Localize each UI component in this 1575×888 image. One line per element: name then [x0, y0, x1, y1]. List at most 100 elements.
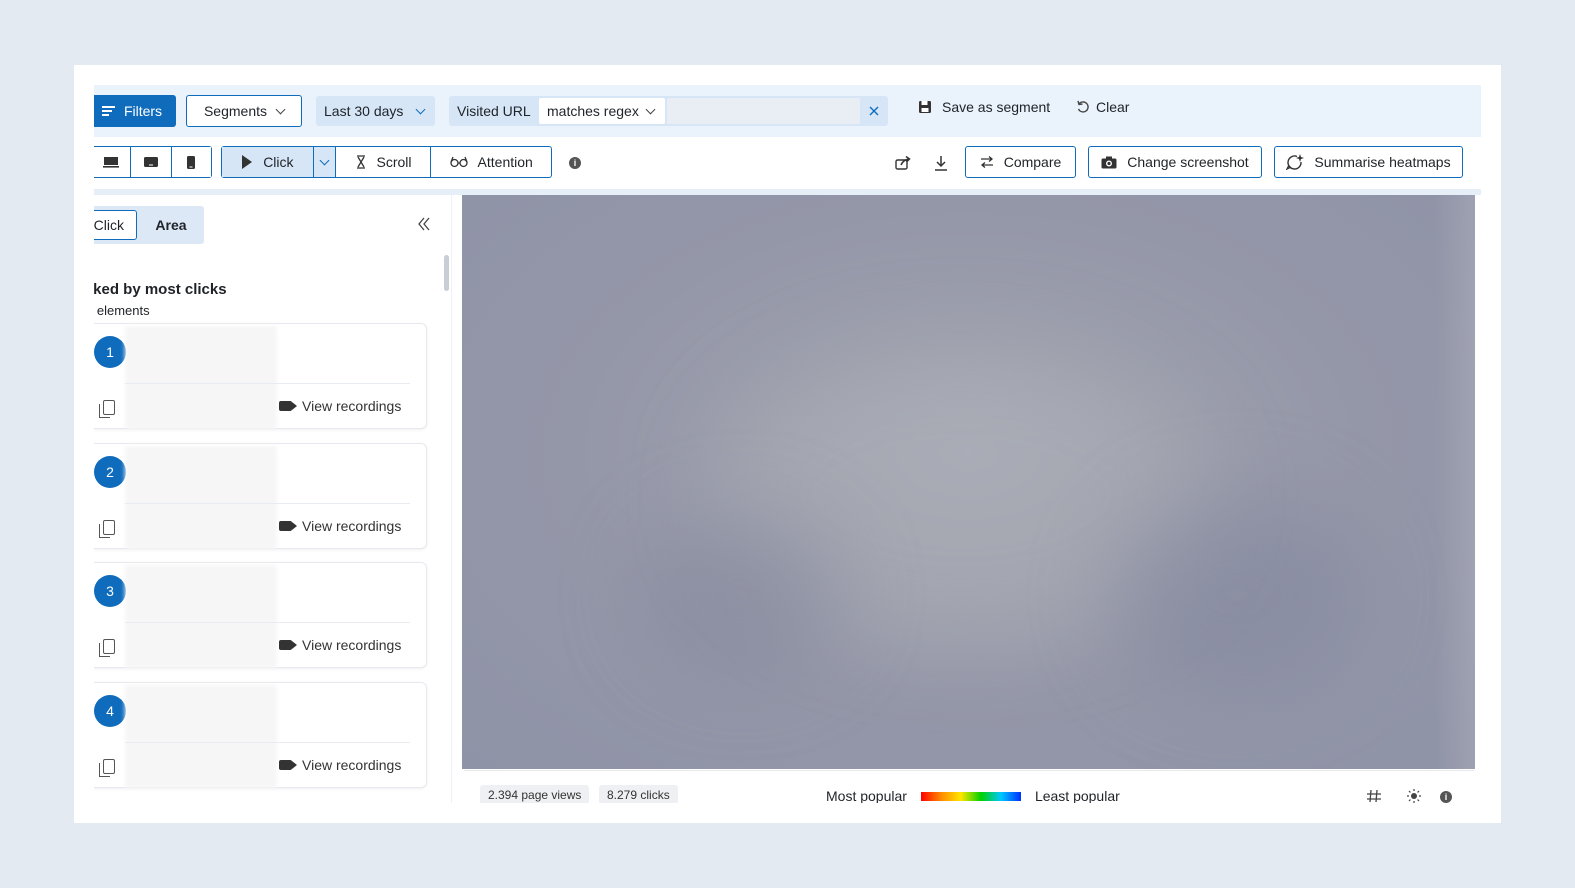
date-range-dropdown[interactable]: Last 30 days [316, 96, 435, 126]
clicks-stat: 8.279 clicks [599, 785, 678, 803]
heatmap-footer: 2.394 page views 8.279 clicks Most popul… [464, 770, 1474, 803]
view-recordings-button[interactable]: View recordings [279, 398, 401, 414]
collapse-panel-button[interactable] [418, 215, 430, 236]
view-recordings-button[interactable]: View recordings [279, 637, 401, 653]
copy-icon[interactable] [99, 639, 115, 657]
list-item[interactable]: 2 View recordings [94, 443, 427, 549]
filters-button[interactable]: Filters [94, 95, 176, 127]
element-thumbnail [125, 565, 277, 668]
clear-url-filter-button[interactable] [862, 98, 886, 124]
card-divider [125, 742, 410, 743]
undo-icon [1077, 100, 1089, 113]
info-icon[interactable]: i [569, 157, 581, 169]
summarise-heatmaps-button[interactable]: Summarise heatmaps [1274, 146, 1463, 178]
attention-mode-button[interactable]: Attention [431, 147, 551, 177]
scroll-icon [356, 155, 365, 169]
click-mode-button[interactable]: Click [222, 147, 314, 177]
click-list-tab[interactable]: Click [94, 210, 137, 240]
list-item[interactable]: 4 View recordings [94, 682, 427, 788]
video-camera-icon [279, 760, 297, 770]
download-button[interactable] [932, 154, 950, 172]
click-mode-dropdown[interactable] [313, 147, 336, 177]
info-icon[interactable]: i [1440, 791, 1452, 803]
heat-edge [1435, 195, 1475, 769]
scroll-mode-button[interactable]: Scroll [336, 147, 432, 177]
chevron-down-icon [645, 104, 656, 114]
mobile-device-button[interactable] [171, 147, 211, 177]
video-camera-icon [279, 401, 297, 411]
segments-dropdown[interactable]: Segments [186, 95, 302, 127]
url-operator-value: matches regex [547, 103, 639, 119]
list-type-toggle: Click Area [94, 206, 204, 244]
view-recordings-label: View recordings [302, 637, 402, 653]
url-operator-select[interactable]: matches regex [539, 98, 665, 124]
compare-button[interactable]: Compare [965, 146, 1076, 178]
view-recordings-label: View recordings [302, 398, 402, 414]
list-item[interactable]: 3 View recordings [94, 562, 427, 668]
panel-scrollbar[interactable] [444, 255, 449, 291]
chevron-down-icon [319, 155, 330, 165]
segments-label: Segments [203, 103, 268, 119]
click-mode-label: Click [263, 154, 294, 170]
area-list-tab[interactable]: Area [142, 210, 200, 240]
filter-bar: Filters Segments Last 30 days Visited UR… [94, 85, 1481, 137]
heatmap-canvas[interactable] [462, 195, 1475, 769]
heatmap-app: Filters Segments Last 30 days Visited UR… [94, 85, 1481, 803]
clear-button[interactable]: Clear [1076, 99, 1129, 115]
view-recordings-button[interactable]: View recordings [279, 757, 401, 773]
click-tab-label: Click [94, 217, 124, 233]
element-count: 5 elements [94, 303, 150, 318]
swap-icon [980, 156, 993, 168]
rank-badge: 3 [94, 575, 126, 607]
view-recordings-label: View recordings [302, 518, 402, 534]
element-thumbnail [125, 326, 277, 429]
share-button[interactable] [894, 154, 912, 172]
heatmap-toolbar: Click Scroll Attention i Compare Change … [94, 137, 1481, 195]
change-screenshot-label: Change screenshot [1127, 154, 1249, 170]
heat-gradient [920, 791, 1021, 801]
camera-icon [1101, 156, 1117, 168]
element-thumbnail [125, 446, 277, 549]
filter-icon [101, 105, 116, 117]
clear-label: Clear [1096, 99, 1130, 115]
legend-least-label: Least popular [1034, 788, 1120, 803]
card-divider [125, 383, 410, 384]
chevron-down-icon [275, 104, 286, 114]
rank-badge: 4 [94, 695, 126, 727]
copy-icon[interactable] [99, 520, 115, 538]
sun-icon [1407, 789, 1421, 803]
save-as-segment-label: Save as segment [942, 99, 1051, 115]
copy-icon[interactable] [99, 759, 115, 777]
view-recordings-button[interactable]: View recordings [279, 518, 401, 534]
copy-icon[interactable] [99, 400, 115, 418]
desktop-device-button[interactable] [94, 147, 132, 177]
heat-region [642, 515, 842, 675]
url-regex-input[interactable] [667, 98, 860, 124]
scroll-mode-label: Scroll [376, 154, 412, 170]
video-camera-icon [279, 640, 297, 650]
save-as-segment-button[interactable]: Save as segment [918, 99, 1050, 115]
tablet-icon [143, 157, 158, 167]
grid-toggle-button[interactable] [1366, 789, 1382, 803]
list-item[interactable]: 1 View recordings [94, 323, 427, 429]
attention-mode-label: Attention [477, 154, 533, 170]
save-icon [919, 101, 931, 113]
element-list-panel: Click Area nked by most clicks 5 element… [94, 195, 452, 803]
change-screenshot-button[interactable]: Change screenshot [1088, 146, 1262, 178]
summarise-heatmaps-label: Summarise heatmaps [1314, 154, 1451, 170]
cursor-icon [242, 155, 253, 169]
glasses-icon [449, 156, 468, 168]
brightness-button[interactable] [1407, 789, 1421, 803]
hash-icon [1367, 789, 1381, 803]
download-icon [935, 156, 947, 171]
heat-legend: Most popular Least popular [826, 788, 1120, 803]
filters-label: Filters [123, 103, 163, 119]
share-icon [895, 156, 911, 170]
close-icon [869, 106, 879, 116]
element-thumbnail [125, 685, 277, 788]
heat-region [1112, 495, 1362, 695]
chevron-down-icon [415, 104, 426, 114]
page-views-stat: 2.394 page views [480, 785, 590, 803]
tablet-device-button[interactable] [131, 147, 172, 177]
ranked-title: nked by most clicks [94, 281, 227, 298]
